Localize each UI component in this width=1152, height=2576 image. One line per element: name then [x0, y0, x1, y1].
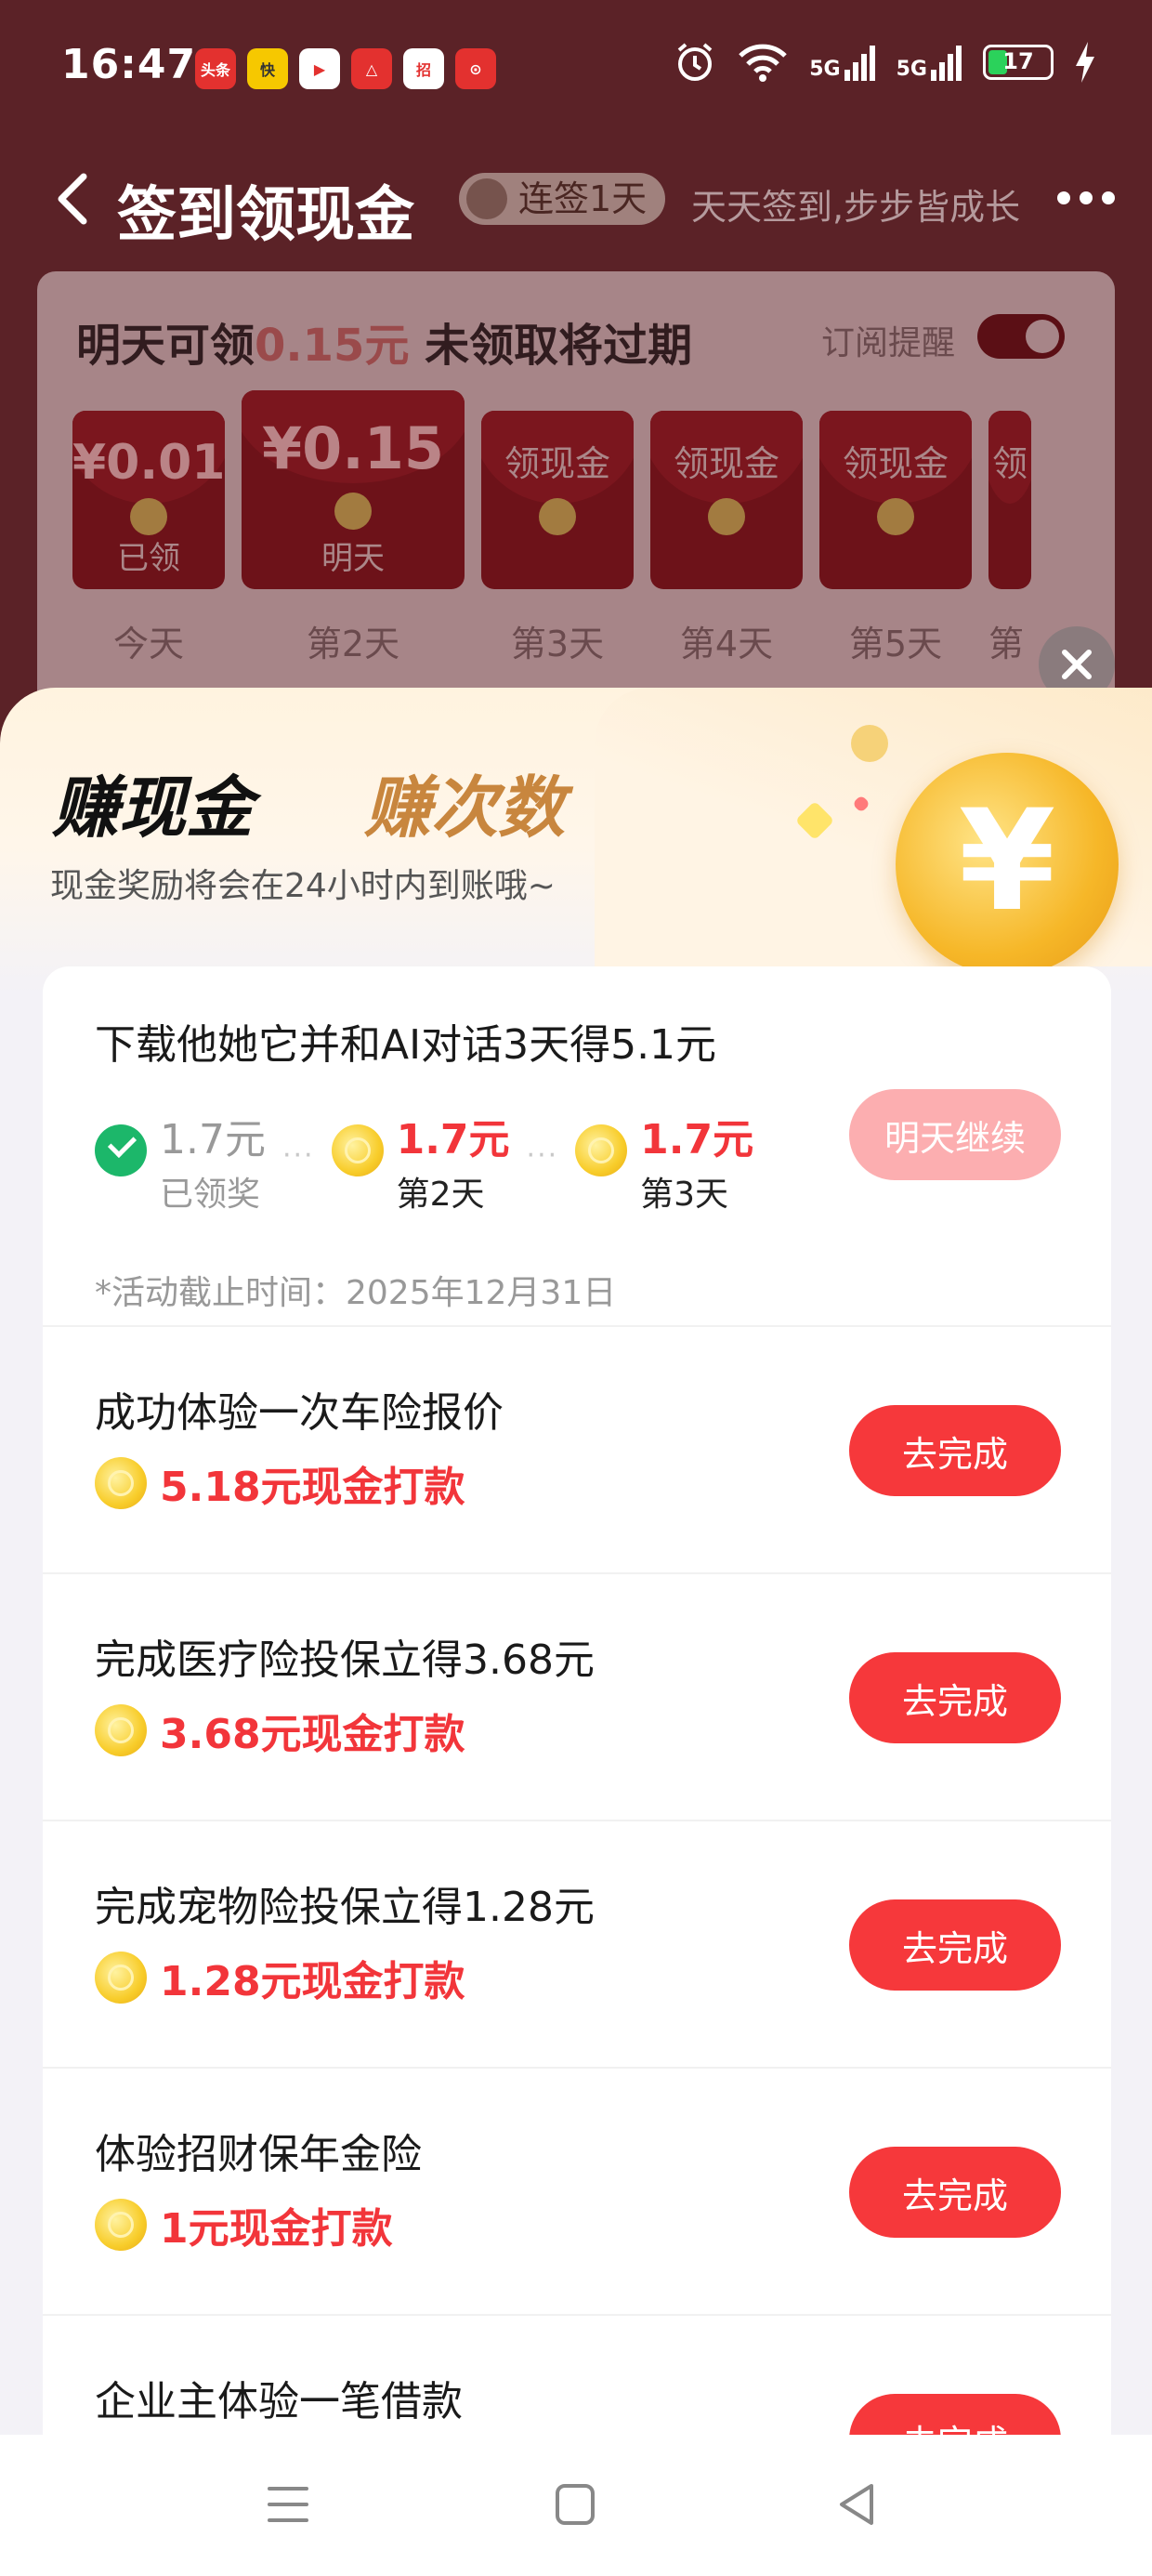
task-card: 成功体验一次车险报价 5.18元现金打款 去完成: [43, 1327, 1111, 1574]
checkin-day[interactable]: ¥0.01 已领 今天: [72, 411, 225, 666]
red-envelope-icon: ¥0.15 明天: [242, 390, 465, 589]
task-list: 下载他她它并和AI对话3天得5.1元 1.7元 已领奖 ··· 1.7元 第2天: [43, 966, 1111, 2561]
dots-connector: ···: [281, 1139, 315, 1172]
task-title: 成功体验一次车险报价: [95, 1389, 504, 1437]
task-title: 完成宠物险投保立得1.28元: [95, 1884, 595, 1931]
more-options-icon[interactable]: [1057, 191, 1115, 204]
complete-task-button[interactable]: 去完成: [849, 1652, 1061, 1743]
task-reward: 1元现金打款: [95, 2195, 393, 2254]
checkin-day-row: ¥0.01 已领 今天 ¥0.15 明天 第2天 领现金 第3天 领现金 第4天…: [72, 390, 1031, 666]
task-card: 完成医疗险投保立得3.68元 3.68元现金打款 去完成: [43, 1574, 1111, 1821]
system-nav-bar: [0, 2435, 1152, 2576]
header-slogan: 天天签到,步步皆成长: [691, 187, 1021, 228]
task-title: 完成医疗险投保立得3.68元: [95, 1636, 595, 1684]
battery-icon: 17: [983, 45, 1054, 80]
complete-task-button[interactable]: 去完成: [849, 1405, 1061, 1496]
task-reward: 3.68元现金打款: [95, 1701, 465, 1760]
tab-earn-cash[interactable]: 赚现金: [52, 753, 253, 850]
back-arrow-icon[interactable]: [48, 171, 104, 227]
red-envelope-icon: 领现金: [481, 411, 634, 589]
task-steps: 1.7元 已领奖 ··· 1.7元 第2天 ··· 1.7元 第3天: [95, 1106, 753, 1216]
charging-icon: [1076, 42, 1094, 83]
task-card: 下载他她它并和AI对话3天得5.1元 1.7元 已领奖 ··· 1.7元 第2天: [43, 966, 1111, 1327]
sheet-note: 现金奖励将会在24小时内到账哦~: [50, 867, 556, 905]
signal-2-icon: 5G: [897, 44, 962, 81]
task-reward: 1.28元现金打款: [95, 1948, 465, 2007]
notification-icons: 头条 快 ▶ △ 招 ⊙: [195, 48, 496, 89]
coin-icon: [95, 2199, 147, 2251]
page-title: 签到领现金: [117, 181, 414, 250]
alarm-icon: [677, 43, 713, 81]
checkin-title: 明天可领0.15元 未领取将过期: [76, 320, 693, 372]
checkin-card: 明天可领0.15元 未领取将过期 订阅提醒 ¥0.01 已领 今天 ¥0.15 …: [37, 271, 1115, 727]
task-card: 完成宠物险投保立得1.28元 1.28元现金打款 去完成: [43, 1821, 1111, 2069]
task-step: 1.7元 第3天: [575, 1106, 753, 1216]
coin-icon: [575, 1124, 628, 1176]
coin-icon: [331, 1124, 384, 1176]
kuaishou-app-icon: 快: [247, 48, 288, 89]
task-step: 1.7元 已领奖: [95, 1106, 266, 1216]
close-icon: [1062, 650, 1092, 679]
wifi-icon: [739, 44, 788, 82]
status-bar: 16:47 头条 快 ▶ △ 招 ⊙ 5G 5G 17: [0, 0, 1152, 139]
day-label: 第2天: [306, 624, 400, 664]
coin-icon: [95, 1457, 147, 1509]
task-reward: 5.18元现金打款: [95, 1453, 465, 1513]
checkin-day[interactable]: 领现金 第3天: [481, 411, 634, 666]
subscribe-label: 订阅提醒: [821, 324, 956, 362]
video-app-icon: ▶: [299, 48, 340, 89]
triangle-app-icon: △: [351, 48, 392, 89]
checkin-day[interactable]: 领现金 第5天: [819, 411, 972, 666]
menu-icon[interactable]: [266, 2481, 310, 2528]
day-label: 今天: [112, 624, 184, 664]
back-triangle-icon[interactable]: [836, 2481, 877, 2528]
day-label: 第5天: [848, 624, 943, 664]
red-envelope-icon: 领: [988, 411, 1031, 589]
cmb-app-icon: 招: [403, 48, 444, 89]
header: 签到领现金 连签1天 天天签到,步步皆成长: [0, 139, 1152, 269]
day-label: 第: [988, 624, 1025, 664]
big-coin-icon: ¥: [896, 753, 1119, 976]
signal-1-icon: 5G: [809, 44, 875, 81]
complete-task-button[interactable]: 去完成: [849, 2147, 1061, 2238]
coin-icon: [95, 1704, 147, 1756]
tab-earn-count[interactable]: 赚次数: [364, 753, 565, 850]
task-deadline: *活动截止时间：2025年12月31日: [95, 1274, 617, 1312]
dots-connector: ···: [526, 1139, 559, 1172]
toutiao-app-icon: 头条: [195, 48, 236, 89]
day-label: 第4天: [679, 624, 774, 664]
task-title: 企业主体验一笔借款: [95, 2378, 463, 2425]
task-card: 体验招财保年金险 1元现金打款 去完成: [43, 2069, 1111, 2316]
status-time: 16:47: [61, 41, 197, 88]
earn-cash-sheet: 赚现金 赚次数 现金奖励将会在24小时内到账哦~ ¥ 下载他她它并和AI对话3天…: [0, 688, 1152, 2576]
red-envelope-icon: ¥0.01 已领: [72, 411, 225, 589]
checkin-day[interactable]: 领 第: [988, 411, 1031, 666]
netease-app-icon: ⊙: [455, 48, 496, 89]
check-icon: [95, 1124, 147, 1176]
red-envelope-icon: 领现金: [819, 411, 972, 589]
small-coin-icon: [851, 725, 888, 762]
continue-tomorrow-button[interactable]: 明天继续: [849, 1089, 1061, 1180]
red-envelope-icon: 领现金: [650, 411, 803, 589]
coin-icon: [95, 1952, 147, 2004]
streak-badge: 连签1天: [459, 173, 666, 225]
task-title: 下载他她它并和AI对话3天得5.1元: [95, 1021, 717, 1069]
home-square-icon[interactable]: [554, 2481, 596, 2528]
day-label: 第3天: [510, 624, 605, 664]
subscribe-toggle[interactable]: [977, 314, 1065, 359]
system-icons: 5G 5G 17: [674, 41, 1096, 84]
task-title: 体验招财保年金险: [95, 2131, 422, 2178]
complete-task-button[interactable]: 去完成: [849, 1899, 1061, 1991]
checkin-day[interactable]: ¥0.15 明天 第2天: [242, 390, 465, 666]
medal-icon: [466, 178, 507, 219]
checkin-day[interactable]: 领现金 第4天: [650, 411, 803, 666]
task-step: 1.7元 第2天: [331, 1106, 510, 1216]
